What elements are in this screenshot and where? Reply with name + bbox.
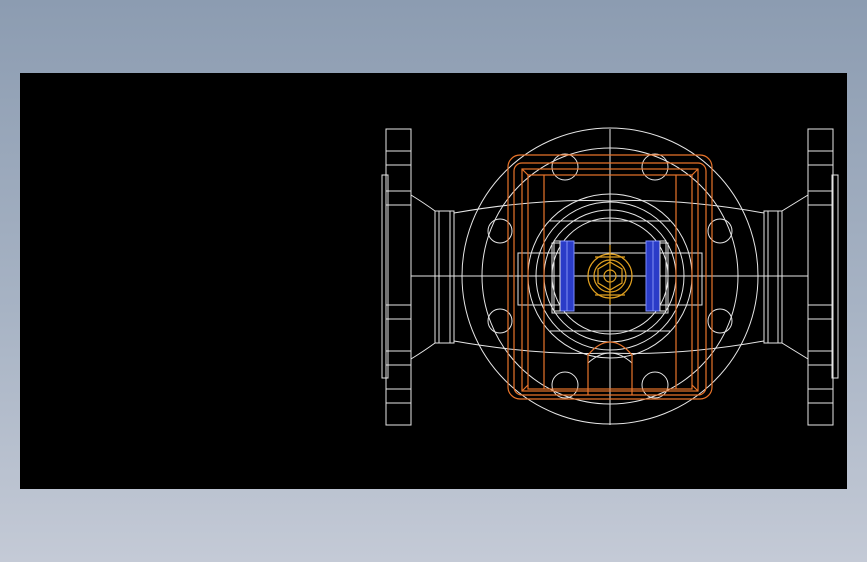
cad-drawing — [381, 127, 839, 426]
right-flange — [763, 128, 839, 426]
cad-viewport[interactable] — [20, 73, 847, 489]
stem-assembly — [587, 245, 633, 305]
left-flange — [381, 128, 455, 426]
